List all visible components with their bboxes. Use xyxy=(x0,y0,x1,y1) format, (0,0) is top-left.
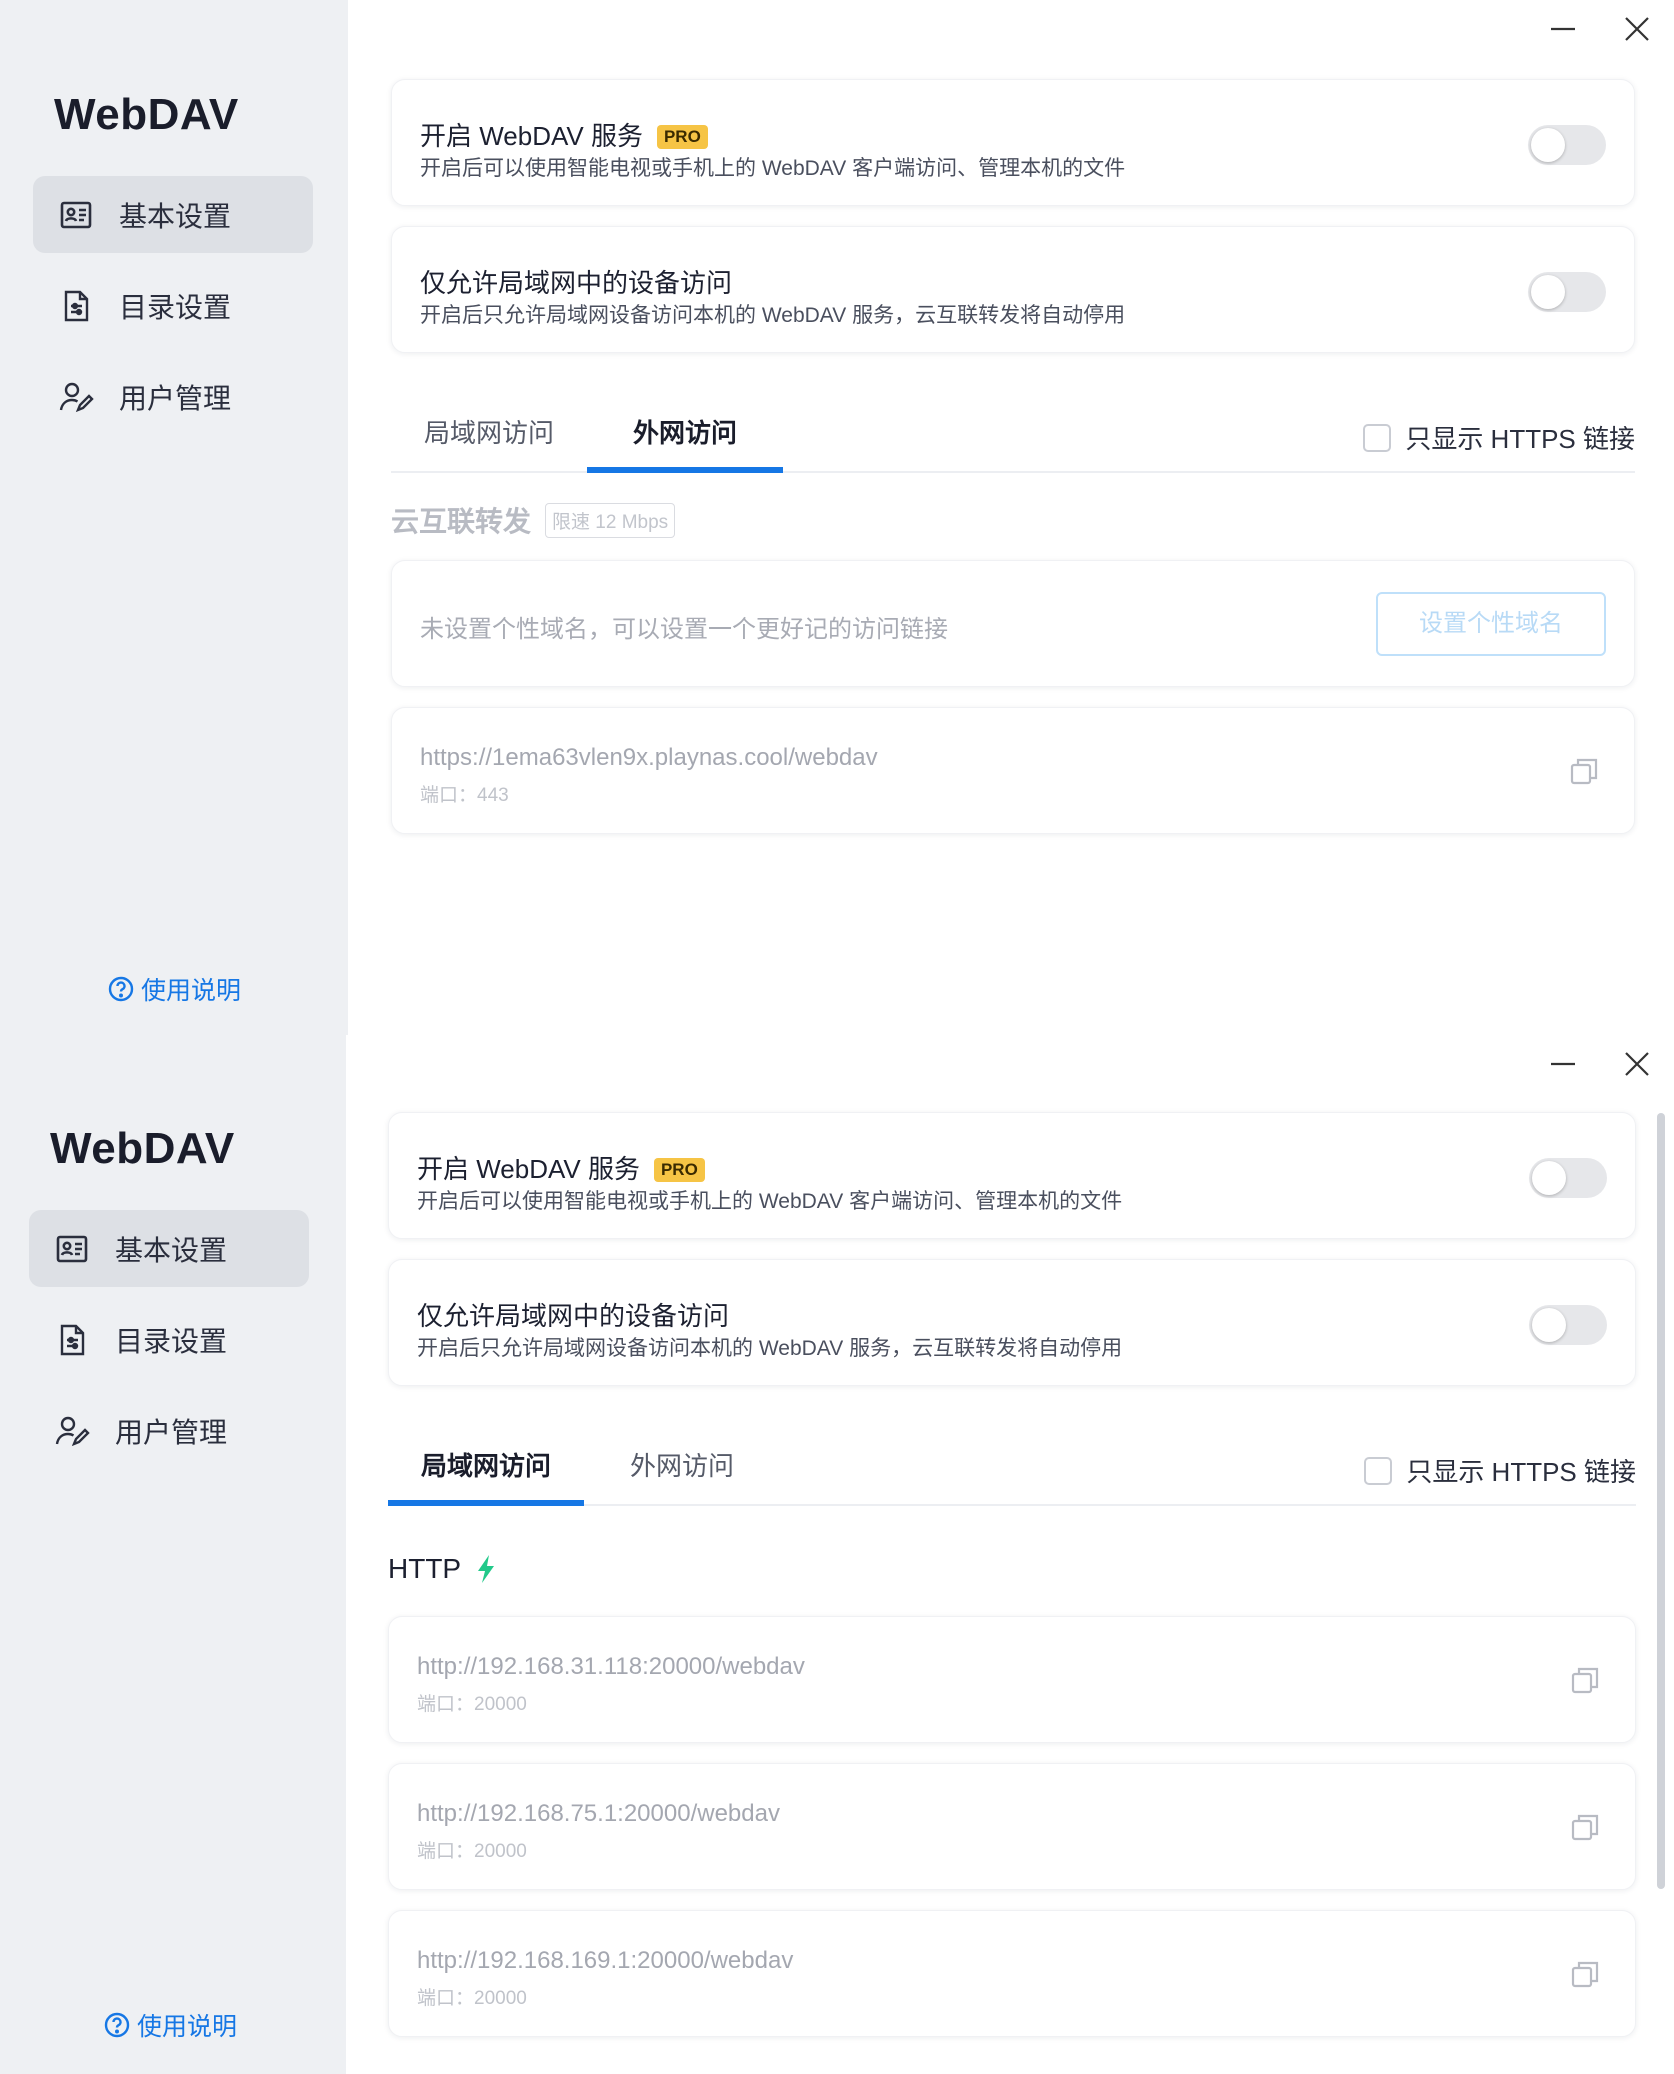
wan-link-url[interactable]: https://1ema63vlen9x.playnas.cool/webdav xyxy=(420,744,878,772)
nav-item-basic-settings[interactable]: 基本设置 xyxy=(33,176,313,253)
webdav-service-title: 开启 WebDAV 服务 PRO xyxy=(417,1149,705,1186)
nav-item-directory-settings[interactable]: 目录设置 xyxy=(33,267,313,344)
lan-link-url[interactable]: http://192.168.31.118:20000/webdav xyxy=(417,1653,805,1681)
lan-link-card: http://192.168.31.118:20000/webdav 端口：20… xyxy=(388,1616,1636,1743)
tab-wan[interactable]: 外网访问 xyxy=(584,1430,780,1506)
wan-link-card: https://1ema63vlen9x.playnas.cool/webdav… xyxy=(391,707,1635,834)
nav: 基本设置 目录设置 用户管理 xyxy=(29,1210,309,1483)
lan-only-card: 仅允许局域网中的设备访问 开启后只允许局域网设备访问本机的 WebDAV 服务，… xyxy=(391,226,1635,353)
nav-label: 目录设置 xyxy=(119,291,232,323)
copy-button[interactable] xyxy=(1569,1811,1601,1843)
copy-button[interactable] xyxy=(1569,1958,1601,1990)
tab-lan[interactable]: 局域网访问 xyxy=(388,1430,584,1506)
nav-item-user-management[interactable]: 用户管理 xyxy=(33,358,313,435)
copy-button[interactable] xyxy=(1569,1664,1601,1696)
lan-link-port: 端口：20000 xyxy=(417,1694,527,1715)
help-label: 使用说明 xyxy=(137,2013,238,2041)
lan-link-card: http://192.168.75.1:20000/webdav 端口：2000… xyxy=(388,1763,1636,1890)
custom-domain-hint: 未设置个性域名，可以设置一个更好记的访问链接 xyxy=(420,616,948,643)
sidebar: WebDAV 基本设置 目录设置 用户管理 使用说明 xyxy=(0,1035,346,2074)
lan-link-card: http://192.168.169.1:20000/webdav 端口：200… xyxy=(388,1910,1636,2037)
access-tabs: 局域网访问 外网访问 只显示 HTTPS 链接 xyxy=(388,1430,1636,1506)
nav-label: 用户管理 xyxy=(119,382,232,414)
nav-item-user-management[interactable]: 用户管理 xyxy=(29,1392,309,1469)
https-only-label: 只显示 HTTPS 链接 xyxy=(1406,1457,1636,1487)
lan-only-card: 仅允许局域网中的设备访问 开启后只允许局域网设备访问本机的 WebDAV 服务，… xyxy=(388,1259,1636,1386)
scrollbar[interactable] xyxy=(1657,1113,1665,1889)
lan-only-title: 仅允许局域网中的设备访问 xyxy=(417,1301,730,1331)
wan-link-port: 端口：443 xyxy=(420,785,509,806)
copy-icon xyxy=(1571,1667,1599,1694)
question-circle-icon xyxy=(108,976,134,1002)
user-edit-icon xyxy=(57,378,95,416)
app-title: WebDAV xyxy=(50,1124,235,1173)
id-card-icon xyxy=(57,196,95,234)
lan-only-desc: 开启后只允许局域网设备访问本机的 WebDAV 服务，云互联转发将自动停用 xyxy=(417,1337,1123,1360)
copy-icon xyxy=(1571,1814,1599,1841)
document-settings-icon xyxy=(53,1321,91,1359)
nav-label: 目录设置 xyxy=(115,1325,228,1357)
copy-icon xyxy=(1571,1961,1599,1988)
webdav-service-title: 开启 WebDAV 服务 PRO xyxy=(420,116,708,153)
window-lan: WebDAV 基本设置 目录设置 用户管理 使用说明 开启 WebDAV 服务 … xyxy=(0,1035,1674,2074)
https-only-checkbox[interactable]: 只显示 HTTPS 链接 xyxy=(1364,1452,1636,1489)
lan-link-port: 端口：20000 xyxy=(417,1988,527,2009)
webdav-service-desc: 开启后可以使用智能电视或手机上的 WebDAV 客户端访问、管理本机的文件 xyxy=(420,157,1126,180)
https-only-checkbox[interactable]: 只显示 HTTPS 链接 xyxy=(1363,419,1635,456)
nav-label: 用户管理 xyxy=(115,1416,228,1448)
pro-badge: PRO xyxy=(653,1158,705,1182)
help-link[interactable]: 使用说明 xyxy=(103,2007,237,2043)
help-link[interactable]: 使用说明 xyxy=(107,971,241,1007)
window-wan: WebDAV 基本设置 目录设置 用户管理 使用说明 开启 WebDAV 服务 … xyxy=(0,0,1674,1035)
lan-only-title: 仅允许局域网中的设备访问 xyxy=(420,268,733,298)
lightning-icon xyxy=(478,1555,495,1583)
lan-link-url[interactable]: http://192.168.75.1:20000/webdav xyxy=(417,1800,780,1828)
copy-button[interactable] xyxy=(1568,755,1600,787)
lan-only-toggle[interactable] xyxy=(1528,272,1606,312)
lan-only-toggle[interactable] xyxy=(1529,1305,1607,1345)
sidebar: WebDAV 基本设置 目录设置 用户管理 使用说明 xyxy=(0,0,348,1035)
nav-item-directory-settings[interactable]: 目录设置 xyxy=(29,1301,309,1378)
access-tabs: 局域网访问 外网访问 只显示 HTTPS 链接 xyxy=(391,397,1635,473)
webdav-service-toggle[interactable] xyxy=(1528,125,1606,165)
pro-badge: PRO xyxy=(656,125,708,149)
https-only-label: 只显示 HTTPS 链接 xyxy=(1405,424,1635,454)
custom-domain-card: 未设置个性域名，可以设置一个更好记的访问链接 设置个性域名 xyxy=(391,560,1635,687)
tab-wan[interactable]: 外网访问 xyxy=(587,397,783,473)
nav: 基本设置 目录设置 用户管理 xyxy=(33,176,313,449)
webdav-service-card: 开启 WebDAV 服务 PRO 开启后可以使用智能电视或手机上的 WebDAV … xyxy=(388,1112,1636,1239)
set-custom-domain-button[interactable]: 设置个性域名 xyxy=(1376,592,1606,656)
question-circle-icon xyxy=(104,2012,130,2038)
checkbox-box[interactable] xyxy=(1364,1456,1393,1485)
id-card-icon xyxy=(53,1230,91,1268)
lan-link-url[interactable]: http://192.168.169.1:20000/webdav xyxy=(417,1947,793,1975)
nav-item-basic-settings[interactable]: 基本设置 xyxy=(29,1210,309,1287)
user-edit-icon xyxy=(53,1412,91,1450)
document-settings-icon xyxy=(57,287,95,325)
copy-icon xyxy=(1570,758,1598,785)
lan-section-title: HTTP xyxy=(388,1553,497,1585)
nav-label: 基本设置 xyxy=(115,1234,228,1266)
nav-label: 基本设置 xyxy=(119,200,232,232)
checkbox-box[interactable] xyxy=(1363,423,1392,452)
main-content: 开启 WebDAV 服务 PRO 开启后可以使用智能电视或手机上的 WebDAV … xyxy=(391,0,1635,1035)
wan-section-title: 云互联转发 限速 12 Mbps xyxy=(391,500,676,540)
main-content: 开启 WebDAV 服务 PRO 开启后可以使用智能电视或手机上的 WebDAV … xyxy=(388,1035,1636,2074)
webdav-service-toggle[interactable] xyxy=(1529,1158,1607,1198)
tab-lan[interactable]: 局域网访问 xyxy=(391,397,587,473)
help-label: 使用说明 xyxy=(141,977,242,1005)
lan-only-desc: 开启后只允许局域网设备访问本机的 WebDAV 服务，云互联转发将自动停用 xyxy=(420,304,1126,327)
webdav-service-desc: 开启后可以使用智能电视或手机上的 WebDAV 客户端访问、管理本机的文件 xyxy=(417,1190,1123,1213)
app-title: WebDAV xyxy=(54,90,239,139)
webdav-service-card: 开启 WebDAV 服务 PRO 开启后可以使用智能电视或手机上的 WebDAV … xyxy=(391,79,1635,206)
speed-limit-badge: 限速 12 Mbps xyxy=(545,503,676,538)
lan-link-port: 端口：20000 xyxy=(417,1841,527,1862)
